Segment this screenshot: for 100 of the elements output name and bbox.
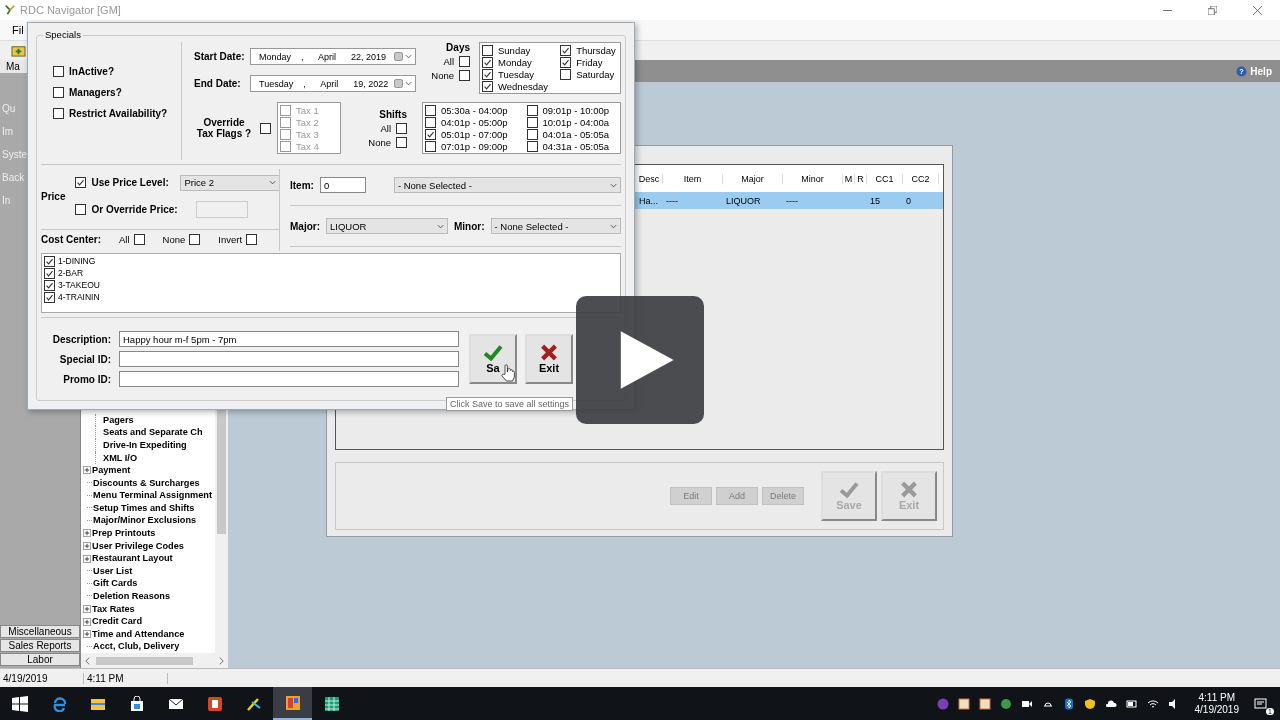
checkbox[interactable] [75, 177, 87, 188]
checkbox[interactable] [560, 44, 572, 56]
expand-icon[interactable] [83, 630, 91, 639]
wifi-icon[interactable] [1146, 697, 1159, 710]
expand-icon[interactable] [83, 466, 91, 475]
checkbox[interactable] [44, 255, 55, 267]
circle-icon[interactable] [936, 697, 949, 710]
checkbox[interactable] [396, 136, 407, 148]
column-header[interactable]: CC2 [903, 173, 939, 184]
expand-icon[interactable] [83, 529, 91, 538]
checkbox[interactable] [526, 116, 538, 128]
checkbox-label: Thursday [576, 44, 616, 56]
tree-item[interactable]: Payment [92, 464, 131, 477]
square-icon[interactable] [957, 697, 970, 710]
checkbox[interactable] [260, 122, 271, 134]
tree-item[interactable]: Prep Printouts [92, 527, 156, 540]
minor-dropdown[interactable]: - None Selected - [490, 218, 621, 234]
tree-item[interactable]: User List [93, 564, 133, 578]
folder-icon[interactable] [11, 44, 26, 57]
column-header[interactable]: CC1 [867, 173, 903, 184]
price-level-dropdown[interactable]: Price 2 [180, 174, 281, 191]
tree-item[interactable]: Credit Card [92, 615, 143, 628]
tree-item[interactable]: Time and Attendance [92, 627, 185, 641]
checkbox[interactable] [482, 80, 493, 92]
column-header[interactable]: Desc [636, 173, 663, 184]
checkbox[interactable] [425, 140, 436, 152]
checkbox[interactable] [482, 44, 493, 56]
expand-icon[interactable] [83, 554, 91, 563]
tree-item[interactable]: Acct, Club, Delivery [93, 640, 180, 653]
checkbox[interactable] [246, 234, 258, 245]
bluetooth-icon[interactable] [1062, 697, 1075, 710]
checkbox[interactable] [459, 56, 470, 67]
checkbox[interactable] [396, 122, 407, 134]
tree-item[interactable]: Tax Rates [92, 602, 135, 616]
expand-icon[interactable] [83, 617, 91, 626]
checkbox[interactable] [75, 203, 87, 215]
tree-item[interactable]: Restaurant Layout [92, 552, 173, 565]
taskbar-clock[interactable]: 4:11 PM 4/19/2019 [1188, 691, 1245, 716]
play-button[interactable] [576, 296, 704, 424]
nav-section-button[interactable]: Miscellaneous [0, 625, 80, 638]
column-header[interactable]: Major [723, 173, 783, 184]
horizontal-scrollbar[interactable] [81, 653, 228, 668]
group-title: Specials [43, 29, 83, 40]
menu-item[interactable]: Fil [12, 24, 24, 36]
checkbox[interactable] [133, 234, 145, 245]
date-field[interactable]: Monday , April 22, 2019 [250, 48, 416, 65]
close-icon[interactable] [1253, 5, 1262, 15]
help-link[interactable]: ? Help [1236, 65, 1272, 77]
column-header[interactable]: Item [663, 173, 723, 184]
checkbox[interactable] [482, 56, 493, 68]
caret-icon [437, 223, 444, 229]
caret-icon [269, 180, 277, 185]
override-price-field[interactable] [196, 200, 249, 218]
item-dropdown[interactable]: - None Selected - [393, 177, 621, 193]
column-header[interactable]: M [843, 173, 855, 184]
square-icon[interactable] [978, 697, 991, 710]
expand-icon[interactable] [83, 541, 91, 550]
tree-item[interactable]: Gift Cards [93, 577, 138, 591]
tree-item[interactable]: Setup Times and Shifts [93, 501, 195, 515]
checkbox[interactable] [44, 279, 55, 291]
cloud-icon[interactable] [1104, 697, 1117, 710]
checkbox[interactable] [425, 104, 436, 116]
checkbox[interactable] [482, 68, 493, 80]
tree-item[interactable]: Major/Minor Exclusions [93, 514, 197, 528]
checkbox[interactable] [526, 140, 538, 152]
item-number-field[interactable]: 0 [319, 177, 366, 193]
checkbox[interactable] [425, 116, 436, 128]
expand-icon[interactable] [83, 604, 91, 613]
checkbox-label: Use Price Level: [91, 177, 170, 188]
text-field[interactable] [119, 371, 459, 387]
tree-item[interactable]: Menu Terminal Assignment [93, 489, 212, 502]
date-field[interactable]: Tuesday , April 19, 2022 [250, 75, 416, 92]
text-field[interactable] [119, 351, 459, 367]
save-button[interactable]: Sa [469, 334, 517, 384]
checkbox[interactable] [44, 267, 55, 279]
checkbox[interactable] [53, 66, 64, 77]
checkbox[interactable] [425, 128, 436, 140]
column-header[interactable]: R [855, 173, 867, 184]
checkbox[interactable] [459, 70, 470, 81]
checkbox[interactable] [526, 128, 538, 140]
checkbox[interactable] [560, 56, 572, 68]
text-field[interactable]: Happy hour m-f 5pm - 7pm [119, 331, 459, 347]
checkbox[interactable] [53, 87, 64, 98]
nav-section-button[interactable]: Sales Reports [0, 639, 80, 652]
exit-button[interactable]: Exit [525, 334, 573, 384]
checkbox-label: Tax 3 [296, 128, 319, 140]
tree-item[interactable]: Discounts & Surcharges [93, 476, 200, 490]
checkbox[interactable] [44, 291, 55, 303]
checkbox[interactable] [189, 234, 201, 245]
shield-icon[interactable] [1083, 697, 1096, 710]
column-header[interactable]: Minor [783, 173, 843, 184]
tree-item[interactable]: User Privilege Codes [92, 539, 184, 553]
checkbox[interactable] [560, 68, 572, 80]
major-dropdown[interactable]: LIQUOR [326, 218, 448, 234]
checkbox[interactable] [526, 104, 538, 116]
restore-icon[interactable] [1208, 5, 1217, 15]
checkbox[interactable] [53, 108, 64, 119]
nav-section-button[interactable]: Labor [0, 653, 80, 666]
tree-item[interactable]: Deletion Reasons [93, 590, 171, 603]
battery-icon[interactable] [1125, 697, 1138, 710]
